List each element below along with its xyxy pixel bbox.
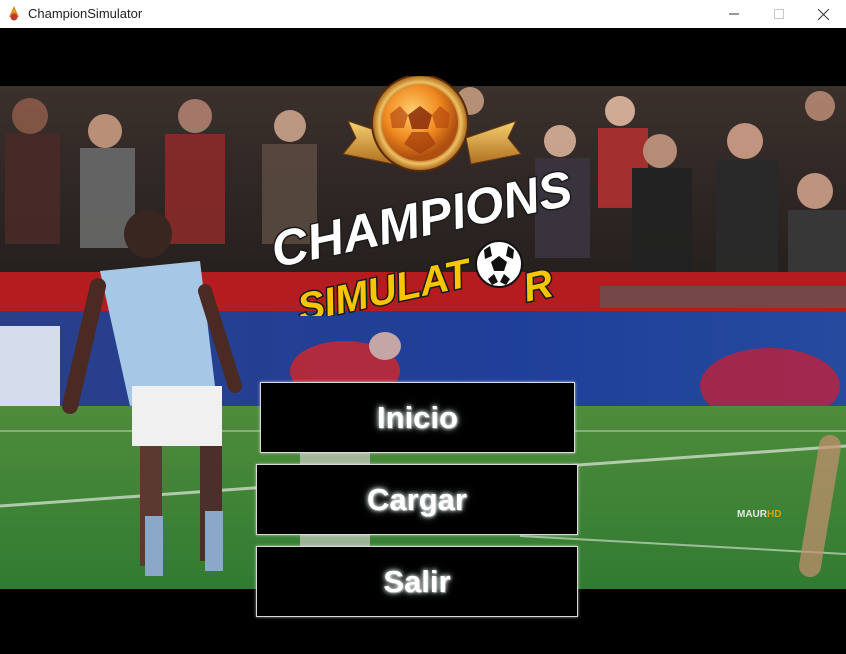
logo-line2-end: R <box>519 261 557 310</box>
salir-button-label: Salir <box>383 563 451 599</box>
app-icon <box>9 6 19 21</box>
cargar-button-label: Cargar <box>367 481 467 517</box>
inicio-button-label: Inicio <box>377 399 458 435</box>
game-canvas: CHAMPIONS SIMULAT R Inicio Cargar Salir … <box>0 28 846 654</box>
inicio-button[interactable]: Inicio <box>260 382 575 453</box>
cargar-button[interactable]: Cargar <box>256 464 578 535</box>
champions-simulator-logo: CHAMPIONS SIMULAT R <box>265 76 578 316</box>
watermark-right: HD <box>767 509 782 520</box>
minimize-icon[interactable] <box>711 0 757 28</box>
soccer-ball-icon <box>475 240 523 288</box>
salir-button[interactable]: Salir <box>256 546 578 617</box>
video-watermark: MAURHD <box>737 509 781 520</box>
close-icon[interactable] <box>800 0 846 28</box>
window-title: ChampionSimulator <box>28 6 143 21</box>
watermark-left: MAUR <box>737 509 767 520</box>
window-titlebar: ChampionSimulator <box>0 0 846 28</box>
maximize-icon[interactable] <box>756 0 802 28</box>
